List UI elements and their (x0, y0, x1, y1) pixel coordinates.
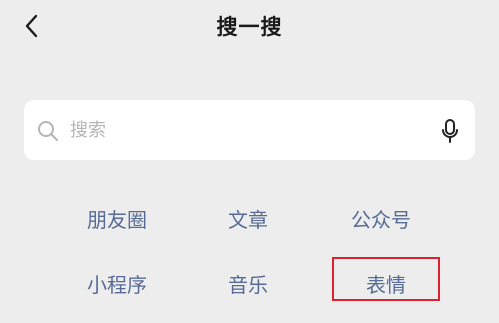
search-bar[interactable] (24, 100, 475, 160)
search-input[interactable] (70, 114, 430, 146)
microphone-icon[interactable] (441, 118, 459, 144)
header-bar: 搜一搜 (0, 0, 499, 52)
category-articles[interactable]: 文章 (218, 204, 278, 233)
page-title: 搜一搜 (216, 15, 283, 39)
category-mini-programs[interactable]: 小程序 (82, 269, 152, 298)
highlight-annotation (332, 257, 440, 301)
search-icon (38, 121, 58, 141)
category-official-accounts[interactable]: 公众号 (345, 204, 417, 233)
category-moments[interactable]: 朋友圈 (82, 204, 152, 233)
category-music[interactable]: 音乐 (218, 269, 278, 298)
